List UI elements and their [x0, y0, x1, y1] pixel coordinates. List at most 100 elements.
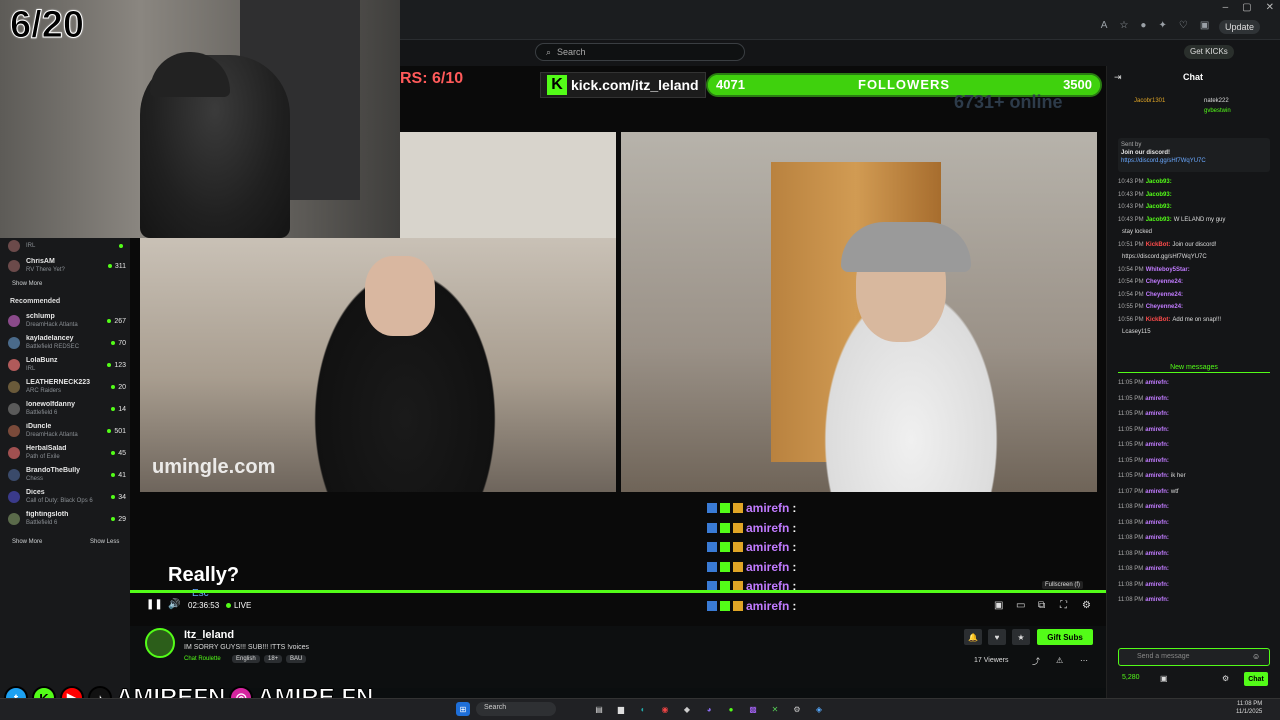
app-icon[interactable]: ◆ [680, 702, 694, 716]
task-view-icon[interactable]: ▤ [592, 702, 606, 716]
chat-username[interactable]: amirefn: [1145, 442, 1169, 448]
chat-message[interactable]: 11:05 PM amirefn: [1118, 426, 1270, 434]
chat-username[interactable]: amirefn: [1145, 551, 1169, 557]
xbox-icon[interactable]: ✕ [768, 702, 782, 716]
clip-icon[interactable]: ▣ [994, 600, 1003, 611]
chat-message[interactable]: 11:05 PM amirefn: ik her [1118, 472, 1270, 480]
sidebar-channel[interactable]: fightingsloth Battlefield 6 29 [8, 509, 126, 529]
app-icon[interactable]: ◈ [812, 702, 826, 716]
theater-mode-icon[interactable]: ▭ [1016, 600, 1025, 611]
chat-message[interactable]: 10:55 PM Cheyenne24: [1118, 303, 1270, 311]
chat-username[interactable]: Cheyenne24: [1146, 279, 1183, 285]
chat-message[interactable]: 10:43 PM Jacob93: [1118, 178, 1270, 186]
chat-username[interactable]: amirefn: [1145, 504, 1169, 510]
sidebar-channel[interactable]: LEATHERNECK223 ARC Raiders 20 [8, 377, 126, 397]
chat-username[interactable]: Cheyenne24: [1146, 304, 1183, 310]
settings-icon[interactable]: ⚙ [790, 702, 804, 716]
chat-username[interactable]: amirefn: [1145, 535, 1169, 541]
favorite-star-icon[interactable]: ☆ [1119, 20, 1128, 31]
windows-start-icon[interactable]: ⊞ [456, 702, 470, 716]
chat-send-button[interactable]: Chat [1244, 672, 1268, 686]
report-icon[interactable]: ⚠ [1056, 656, 1063, 665]
sidebar-channel[interactable]: schlump DreamHack Atlanta 267 [8, 311, 126, 331]
progress-bar[interactable] [130, 590, 1106, 593]
follow-heart-icon[interactable]: ♥ [988, 629, 1006, 645]
sidebar-channel[interactable]: ChrisAM RV There Yet? 311 [8, 256, 126, 276]
search-input[interactable]: ⌕ Search [535, 43, 745, 61]
show-more-link[interactable]: Show More [12, 281, 42, 287]
sidebar-channel[interactable]: kayladelancey Battlefield REDSEC 70 [8, 333, 126, 353]
chat-message[interactable]: 10:43 PM Jacob93: [1118, 191, 1270, 199]
gifter-name[interactable]: gvbestwin [1204, 108, 1231, 114]
get-kicks-button[interactable]: Get KICKs [1184, 45, 1234, 59]
show-more-link[interactable]: Show More [12, 539, 42, 545]
chat-message[interactable]: 10:54 PM Whiteboy5Star: [1118, 266, 1270, 274]
obs-icon[interactable]: ● [724, 702, 738, 716]
chat-username[interactable]: Jacob93: [1146, 179, 1172, 185]
chat-message[interactable]: stay locked [1118, 228, 1270, 236]
update-button[interactable]: Update [1218, 20, 1260, 34]
chat-username[interactable]: amirefn: [1145, 597, 1169, 603]
new-messages-divider[interactable]: New messages [1118, 364, 1270, 373]
taskbar-search[interactable]: Search [476, 702, 556, 716]
kicks-balance[interactable]: 5,280 [1122, 674, 1140, 681]
chat-message[interactable]: 11:08 PM amirefn: [1118, 503, 1270, 511]
chat-username[interactable]: Jacob93: [1146, 192, 1172, 198]
sidebar-channel[interactable]: Dices Call of Duty: Black Ops 6 34 [8, 487, 126, 507]
volume-icon[interactable]: 🔊 [168, 599, 180, 610]
chat-message[interactable]: Lcasey115 [1118, 328, 1270, 336]
gifter-name[interactable]: Jacobr1301 [1134, 98, 1165, 104]
stream-tag[interactable]: English [232, 655, 260, 663]
maximize-icon[interactable]: ▢ [1242, 2, 1251, 13]
chat-message[interactable]: 11:08 PM amirefn: [1118, 565, 1270, 573]
gifter-name[interactable]: natek222 [1204, 98, 1229, 104]
stream-category[interactable]: Chat Roulette [184, 656, 221, 662]
sidebar-channel[interactable]: HerbalSalad Path of Exile 45 [8, 443, 126, 463]
stream-tag[interactable]: BAU [286, 655, 307, 663]
pinned-link[interactable]: https://discord.gg/sHf7WqYU7C [1121, 157, 1267, 165]
subscribe-icon[interactable]: ★ [1012, 629, 1030, 645]
sidebar-channel[interactable]: lonewolfdanny Battlefield 6 14 [8, 399, 126, 419]
extension-icon[interactable]: ● [1140, 20, 1146, 31]
gift-icon[interactable]: ▣ [1160, 674, 1168, 683]
chat-message[interactable]: 10:54 PM Cheyenne24: [1118, 278, 1270, 286]
chrome-icon[interactable]: ◉ [658, 702, 672, 716]
chat-message[interactable]: 11:08 PM amirefn: [1118, 519, 1270, 527]
more-icon[interactable]: ⋯ [1080, 656, 1088, 665]
chat-username[interactable]: Jacob93: [1146, 217, 1172, 223]
pip-icon[interactable]: ⧉ [1038, 600, 1045, 611]
show-less-link[interactable]: Show Less [90, 539, 119, 545]
sidebar-channel[interactable]: IRL [8, 236, 126, 256]
chat-message[interactable]: 11:05 PM amirefn: [1118, 379, 1270, 387]
chat-message[interactable]: 11:05 PM amirefn: [1118, 441, 1270, 449]
minimize-icon[interactable]: – [1223, 2, 1229, 13]
chat-username[interactable]: amirefn: [1145, 566, 1169, 572]
chat-message[interactable]: 11:08 PM amirefn: [1118, 581, 1270, 589]
chat-message[interactable]: 11:05 PM amirefn: [1118, 410, 1270, 418]
chat-username[interactable]: amirefn: [1145, 473, 1169, 479]
chat-username[interactable]: KickBot: [1146, 242, 1171, 248]
gift-subs-button[interactable]: Gift Subs [1037, 629, 1093, 645]
chat-message[interactable]: 11:08 PM amirefn: [1118, 596, 1270, 604]
pause-icon[interactable]: ❚❚ [146, 599, 163, 610]
chat-username[interactable]: Cheyenne24: [1146, 292, 1183, 298]
chat-message[interactable]: 11:07 PM amirefn: wtf [1118, 488, 1270, 496]
chat-message[interactable]: 11:08 PM amirefn: [1118, 550, 1270, 558]
chat-username[interactable]: amirefn: [1145, 380, 1169, 386]
chat-message[interactable]: 11:05 PM amirefn: [1118, 395, 1270, 403]
chat-username[interactable]: amirefn: [1145, 427, 1169, 433]
chat-username[interactable]: amirefn: [1145, 411, 1169, 417]
puzzle-icon[interactable]: ✦ [1158, 20, 1166, 31]
edge-icon[interactable]: ◐ [636, 702, 650, 716]
streamer-name[interactable]: Itz_leland [184, 629, 234, 641]
chat-username[interactable]: amirefn: [1145, 520, 1169, 526]
chat-message[interactable]: 10:54 PM Cheyenne24: [1118, 291, 1270, 299]
chat-settings-icon[interactable]: ⚙ [1222, 674, 1229, 683]
fullscreen-icon[interactable]: ⛶ [1060, 600, 1067, 611]
chat-username[interactable]: KickBot: [1146, 317, 1171, 323]
collections-icon[interactable]: ▣ [1200, 20, 1209, 31]
share-icon[interactable]: ⤴ [1032, 656, 1040, 667]
read-aloud-icon[interactable]: A [1101, 20, 1108, 31]
app-icon[interactable]: ▩ [746, 702, 760, 716]
emoji-icon[interactable]: ☺ [1252, 652, 1260, 661]
